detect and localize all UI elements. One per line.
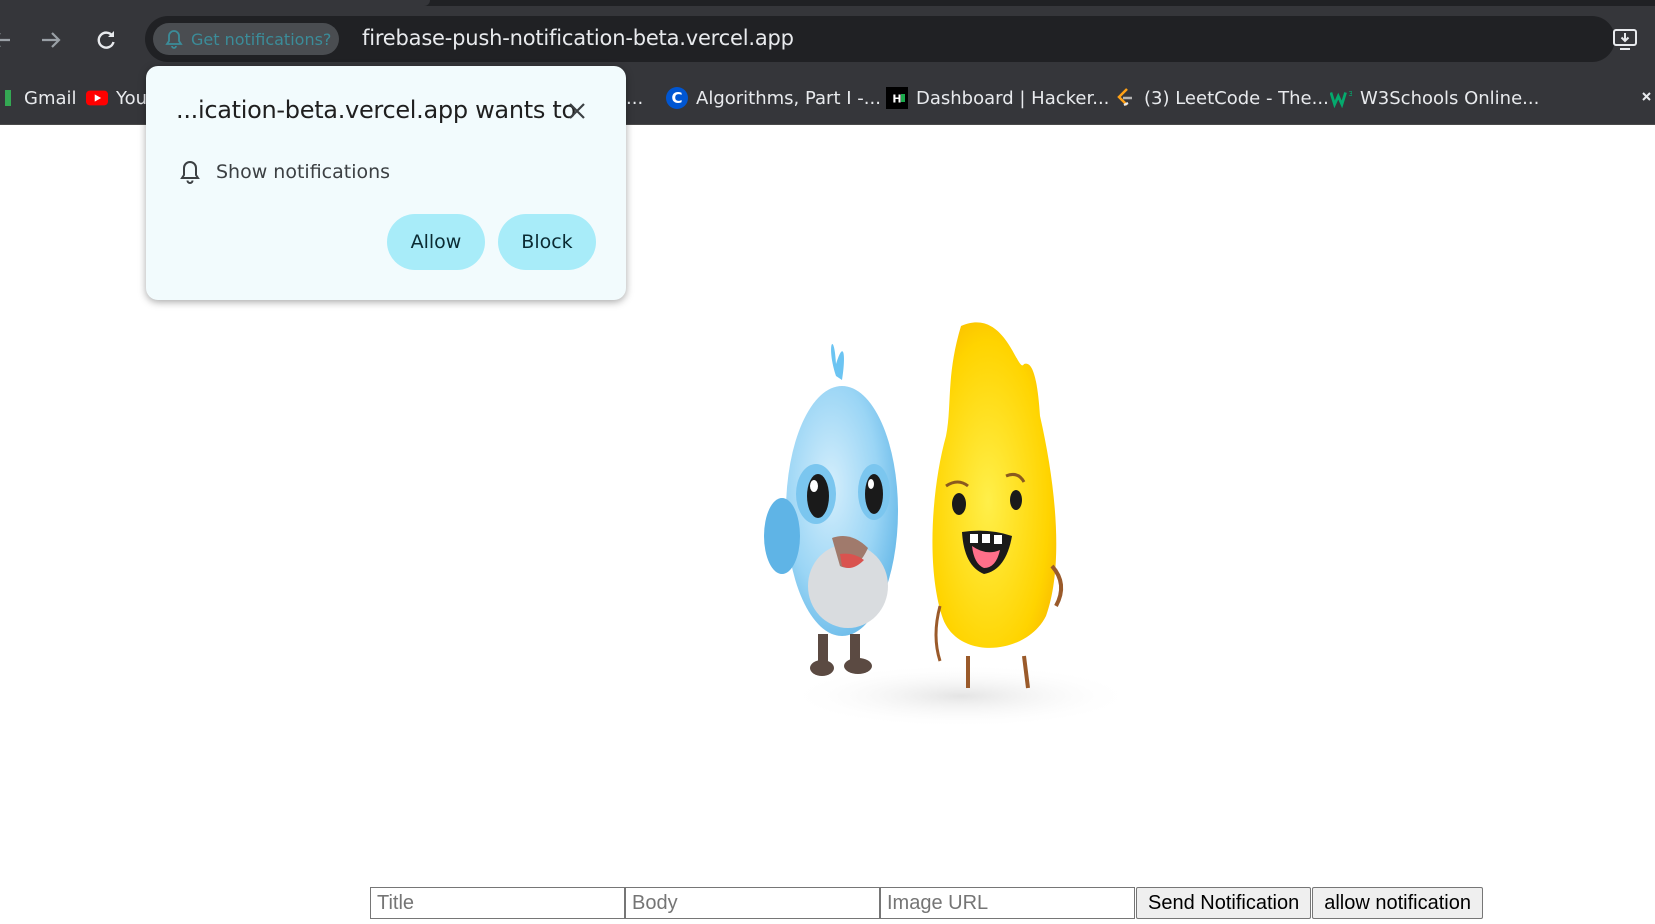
ground-shadow bbox=[786, 664, 1136, 728]
permission-label: Show notifications bbox=[216, 161, 391, 183]
forward-button[interactable] bbox=[36, 25, 66, 55]
popup-close-button[interactable] bbox=[564, 98, 590, 124]
close-icon bbox=[569, 103, 585, 119]
install-app-button[interactable] bbox=[1609, 23, 1641, 55]
popup-title: ...ication-beta.vercel.app wants to bbox=[176, 96, 576, 124]
blue-bird-character bbox=[764, 344, 898, 676]
bookmark-youtube[interactable]: You bbox=[86, 72, 147, 124]
youtube-icon bbox=[86, 87, 108, 109]
coursera-icon: C bbox=[666, 87, 688, 109]
body-input[interactable] bbox=[625, 887, 880, 919]
notification-permission-popup: ...ication-beta.vercel.app wants to Show… bbox=[146, 66, 626, 300]
bookmarks-overflow-icon[interactable] bbox=[1635, 85, 1655, 111]
svg-text:3: 3 bbox=[1348, 89, 1352, 98]
allow-notification-button[interactable]: allow notification bbox=[1312, 887, 1483, 919]
bookmark-label: Algorithms, Part I -... bbox=[696, 87, 881, 109]
svg-text:H: H bbox=[892, 93, 901, 106]
yellow-flame-character bbox=[932, 322, 1064, 689]
image-url-input[interactable] bbox=[880, 887, 1135, 919]
back-arrow-icon bbox=[0, 33, 10, 47]
bell-icon bbox=[180, 160, 200, 184]
svg-text:C: C bbox=[671, 89, 682, 107]
bookmark-hackerrank[interactable]: H Dashboard | Hacker... bbox=[886, 72, 1109, 124]
bookmark-gmail[interactable]: Gmail bbox=[0, 72, 77, 124]
reload-button[interactable] bbox=[91, 25, 121, 55]
bookmark-label: You bbox=[116, 87, 148, 109]
leetcode-icon bbox=[1114, 87, 1136, 109]
notification-form: Send Notification allow notification bbox=[370, 887, 1483, 919]
bookmark-leetcode[interactable]: (3) LeetCode - The... bbox=[1114, 72, 1329, 124]
bookmark-label: (3) LeetCode - The... bbox=[1144, 87, 1329, 109]
url-text[interactable]: firebase-push-notification-beta.vercel.a… bbox=[362, 26, 794, 50]
notification-permission-chip[interactable]: Get notifications? bbox=[153, 23, 339, 55]
bookmark-label: Dashboard | Hacker... bbox=[916, 87, 1110, 109]
reload-icon bbox=[97, 31, 115, 49]
forward-arrow-icon bbox=[42, 32, 61, 48]
address-bar[interactable]: Get notifications? firebase-push-notific… bbox=[145, 16, 1615, 62]
bookmark-label: ... bbox=[626, 87, 644, 109]
bookmark-label: W3Schools Online... bbox=[1360, 87, 1540, 109]
illustration bbox=[756, 316, 1136, 736]
bookmark-truncated[interactable]: ... bbox=[626, 72, 643, 124]
block-button[interactable]: Block bbox=[498, 214, 596, 270]
install-app-icon bbox=[1613, 29, 1637, 50]
allow-button[interactable]: Allow bbox=[387, 214, 485, 270]
bookmark-w3schools[interactable]: 3 W3Schools Online... bbox=[1330, 72, 1539, 124]
hackerrank-icon: H bbox=[886, 87, 908, 109]
bell-icon bbox=[165, 30, 183, 49]
notification-chip-label: Get notifications? bbox=[191, 29, 332, 49]
browser-toolbar: Get notifications? firebase-push-notific… bbox=[0, 6, 1655, 72]
back-button[interactable] bbox=[0, 25, 16, 55]
permission-row: Show notifications bbox=[180, 160, 390, 184]
send-notification-button[interactable]: Send Notification bbox=[1136, 887, 1312, 919]
title-input[interactable] bbox=[370, 887, 625, 919]
bookmark-label: Gmail bbox=[24, 87, 77, 109]
w3schools-icon: 3 bbox=[1330, 87, 1352, 109]
bookmark-algorithms[interactable]: C Algorithms, Part I -... bbox=[666, 72, 881, 124]
gmail-icon bbox=[0, 87, 16, 109]
